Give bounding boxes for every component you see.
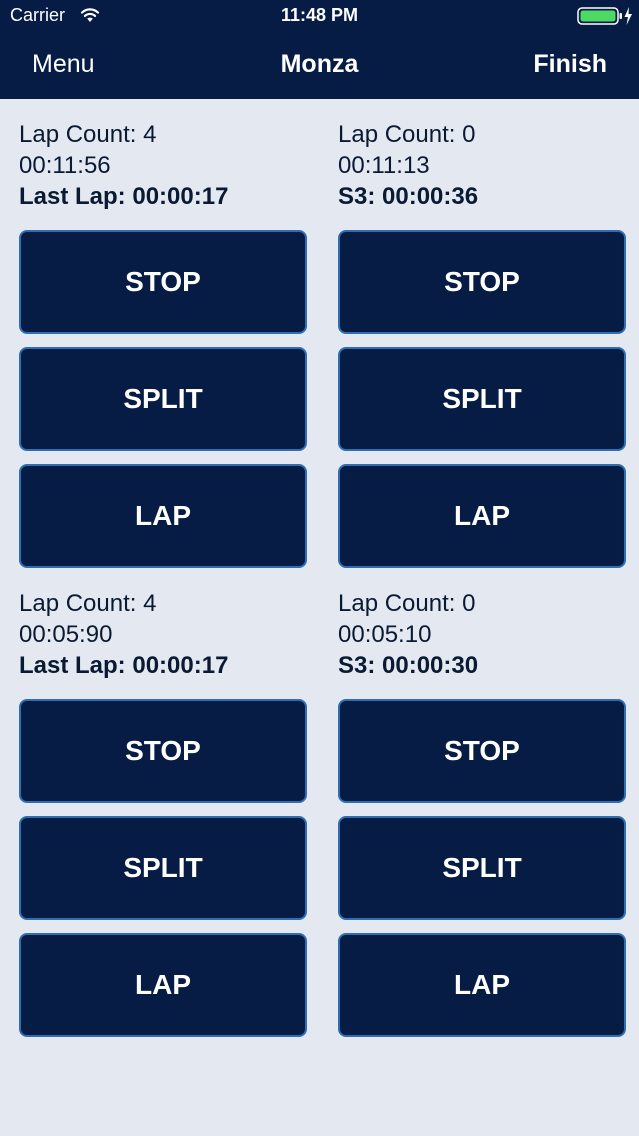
split-button[interactable]: SPLIT: [19, 347, 307, 451]
lap-count: Lap Count: 4: [19, 121, 157, 148]
battery-icon: [577, 7, 632, 25]
last-lap-time: Last Lap: 00:00:17: [19, 183, 229, 210]
lap-count: Lap Count: 0: [338, 121, 476, 148]
lap-button[interactable]: LAP: [19, 933, 307, 1037]
sector-time: S3: 00:00:36: [338, 183, 479, 210]
timer-info: Lap Count: 0 00:05:10 S3: 00:00:30: [338, 586, 627, 699]
timer-panel: Lap Count: 4 00:05:90 Last Lap: 00:00:17…: [19, 586, 308, 1037]
timer-panel: Lap Count: 0 00:11:13 S3: 00:00:36 STOP …: [338, 117, 627, 568]
lap-button[interactable]: LAP: [338, 933, 626, 1037]
timer-panel: Lap Count: 0 00:05:10 S3: 00:00:30 STOP …: [338, 586, 627, 1037]
elapsed-time: 00:11:56: [19, 152, 111, 179]
timer-panel: Lap Count: 4 00:11:56 Last Lap: 00:00:17…: [19, 117, 308, 568]
finish-button[interactable]: Finish: [533, 50, 607, 79]
sector-time: S3: 00:00:30: [338, 652, 479, 679]
lap-button[interactable]: LAP: [19, 464, 307, 568]
timer-info: Lap Count: 4 00:05:90 Last Lap: 00:00:17: [19, 586, 308, 699]
stop-button[interactable]: STOP: [19, 699, 307, 803]
stop-button[interactable]: STOP: [19, 230, 307, 334]
status-time: 11:48 PM: [280, 5, 359, 25]
lap-count: Lap Count: 4: [19, 590, 157, 617]
lap-button[interactable]: LAP: [338, 464, 626, 568]
navigation-bar: Menu Monza Finish: [0, 32, 639, 99]
elapsed-time: 00:11:13: [338, 152, 430, 179]
elapsed-time: 00:05:90: [19, 621, 113, 648]
charging-bolt-icon: [624, 7, 632, 25]
split-button[interactable]: SPLIT: [19, 816, 307, 920]
top-bar: Carrier 11:48 PM Menu Monza Finish: [0, 0, 639, 99]
elapsed-time: 00:05:10: [338, 621, 432, 648]
split-button[interactable]: SPLIT: [338, 816, 626, 920]
stop-button[interactable]: STOP: [338, 230, 626, 334]
stop-button[interactable]: STOP: [338, 699, 626, 803]
lap-count: Lap Count: 0: [338, 590, 476, 617]
timer-info: Lap Count: 4 00:11:56 Last Lap: 00:00:17: [19, 117, 308, 230]
status-bar: Carrier 11:48 PM: [0, 0, 639, 32]
split-button[interactable]: SPLIT: [338, 347, 626, 451]
last-lap-time: Last Lap: 00:00:17: [19, 652, 229, 679]
timer-info: Lap Count: 0 00:11:13 S3: 00:00:36: [338, 117, 627, 230]
